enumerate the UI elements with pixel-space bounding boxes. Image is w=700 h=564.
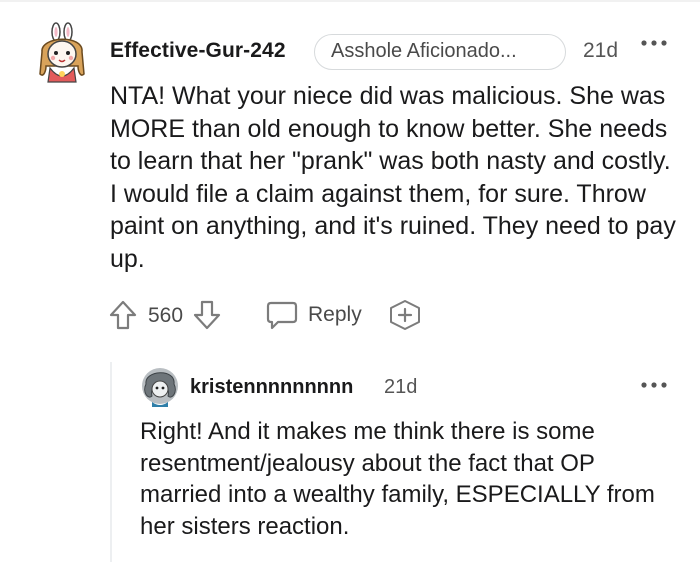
thread-line[interactable] bbox=[110, 362, 112, 562]
comment-body: NTA! What your niece did was malicious. … bbox=[110, 82, 676, 273]
more-options-icon[interactable] bbox=[640, 36, 668, 50]
user-flair-badge: Asshole Aficionado... bbox=[314, 34, 566, 70]
comment-timestamp: 21d bbox=[583, 39, 619, 62]
reply-author[interactable]: kristennnnnnnnn bbox=[190, 376, 353, 399]
speech-bubble-icon bbox=[266, 301, 298, 330]
user-avatar[interactable] bbox=[34, 22, 90, 84]
user-avatar[interactable] bbox=[140, 366, 180, 408]
reply-button[interactable]: Reply bbox=[266, 298, 376, 332]
comment-action-bar: 560 Reply bbox=[108, 296, 528, 336]
add-award-icon[interactable] bbox=[388, 299, 422, 331]
reply-label: Reply bbox=[308, 303, 362, 326]
top-divider bbox=[0, 0, 700, 2]
downvote-arrow-icon[interactable] bbox=[192, 299, 222, 331]
vote-score: 560 bbox=[148, 304, 184, 327]
reply-body: Right! And it makes me think there is so… bbox=[140, 418, 655, 540]
comment-author[interactable]: Effective-Gur-242 bbox=[110, 39, 286, 63]
reply-timestamp: 21d bbox=[384, 376, 418, 398]
more-options-icon[interactable] bbox=[640, 378, 668, 392]
upvote-arrow-icon[interactable] bbox=[108, 299, 138, 331]
